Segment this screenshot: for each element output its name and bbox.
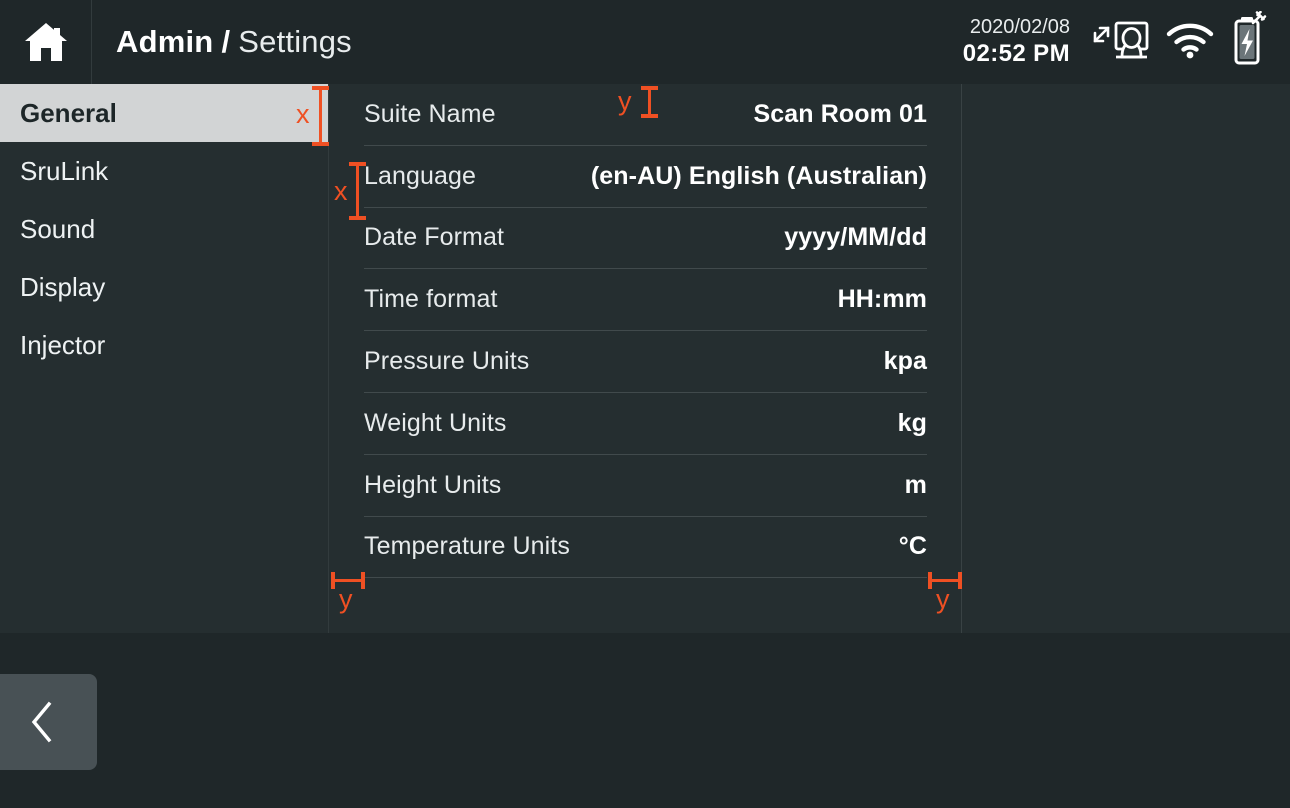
setting-value: yyyy/MM/dd	[784, 223, 927, 252]
setting-label: Height Units	[364, 470, 502, 499]
sidebar-item-display[interactable]: Display	[0, 258, 328, 316]
sidebar-item-label: Injector	[20, 329, 106, 360]
annotation-ibeam-language-row	[349, 162, 366, 220]
sidebar-item-label: General	[20, 97, 117, 128]
app-footer	[0, 633, 1290, 808]
battery-status-button[interactable]	[1224, 0, 1272, 84]
setting-value: kg	[897, 408, 927, 437]
setting-value: °C	[898, 532, 927, 561]
detail-pane-empty	[963, 84, 1290, 633]
annotation-label-y-right: y	[936, 584, 950, 614]
setting-row-time-format[interactable]: Time format HH:mm	[364, 269, 927, 332]
header-status-area: 2020/02/08 02:52 PM	[963, 0, 1290, 84]
annotation-label-y-left: y	[339, 584, 353, 614]
breadcrumb-separator: /	[221, 24, 231, 59]
sidebar-item-sound[interactable]: Sound	[0, 200, 328, 258]
sidebar-item-injector[interactable]: Injector	[0, 316, 328, 374]
annotation-ibeam-top-gap	[641, 86, 658, 118]
breadcrumb-current: Settings	[238, 24, 352, 59]
setting-row-date-format[interactable]: Date Format yyyy/MM/dd	[364, 208, 927, 270]
setting-row-pressure-units[interactable]: Pressure Units kpa	[364, 331, 927, 393]
annotation-label-x-sidebar: x	[296, 99, 310, 129]
settings-list: Suite Name Scan Room 01 Language (en-AU)…	[330, 84, 962, 633]
sidebar-item-label: Sound	[20, 213, 96, 244]
setting-label: Language	[364, 161, 477, 190]
settings-sidebar: General SruLink Sound Display Injector	[0, 84, 329, 633]
current-date: 2020/02/08	[969, 16, 1070, 39]
sidebar-item-srulink[interactable]: SruLink	[0, 142, 328, 200]
annotation-label-y-top: y	[618, 86, 632, 116]
setting-label: Temperature Units	[364, 532, 570, 561]
setting-value: kpa	[883, 347, 927, 376]
breadcrumb-root[interactable]: Admin	[116, 24, 213, 60]
setting-row-weight-units[interactable]: Weight Units kg	[364, 393, 927, 455]
setting-label: Suite Name	[364, 99, 496, 128]
wifi-icon	[1164, 20, 1216, 65]
setting-value: (en-AU) English (Australian)	[590, 161, 927, 190]
setting-label: Time format	[364, 285, 498, 314]
patient-table-position-icon	[1091, 16, 1151, 69]
patient-table-position-button[interactable]	[1092, 0, 1156, 84]
current-time: 02:52 PM	[962, 39, 1070, 67]
setting-label: Pressure Units	[364, 347, 530, 376]
annotation-label-x-language: x	[334, 176, 348, 206]
datetime-display: 2020/02/08 02:52 PM	[963, 16, 1092, 68]
app-header: Admin / Settings 2020/02/08 02:52 PM	[0, 0, 1290, 84]
content-area: General SruLink Sound Display Injector S…	[0, 84, 1290, 633]
setting-value: m	[904, 470, 927, 499]
breadcrumb: Admin / Settings	[92, 24, 352, 60]
wifi-status-button[interactable]	[1156, 0, 1224, 84]
sidebar-item-label: Display	[20, 271, 106, 302]
setting-value: HH:mm	[837, 285, 927, 314]
sidebar-item-label: SruLink	[20, 155, 109, 186]
setting-row-temperature-units[interactable]: Temperature Units °C	[364, 517, 927, 579]
setting-row-language[interactable]: Language (en-AU) English (Australian)	[364, 146, 927, 208]
battery-charging-icon	[1227, 10, 1269, 74]
annotation-ibeam-sidebar-general	[312, 86, 329, 146]
setting-label: Weight Units	[364, 408, 507, 437]
setting-label: Date Format	[364, 223, 505, 252]
setting-row-height-units[interactable]: Height Units m	[364, 455, 927, 517]
setting-value: Scan Room 01	[753, 99, 927, 128]
back-button[interactable]	[0, 674, 97, 770]
home-icon	[23, 21, 69, 63]
home-button[interactable]	[0, 0, 91, 84]
sidebar-item-general[interactable]: General	[0, 84, 328, 142]
chevron-left-icon	[29, 700, 55, 744]
settings-screen: Admin / Settings 2020/02/08 02:52 PM Gen…	[0, 0, 1290, 808]
